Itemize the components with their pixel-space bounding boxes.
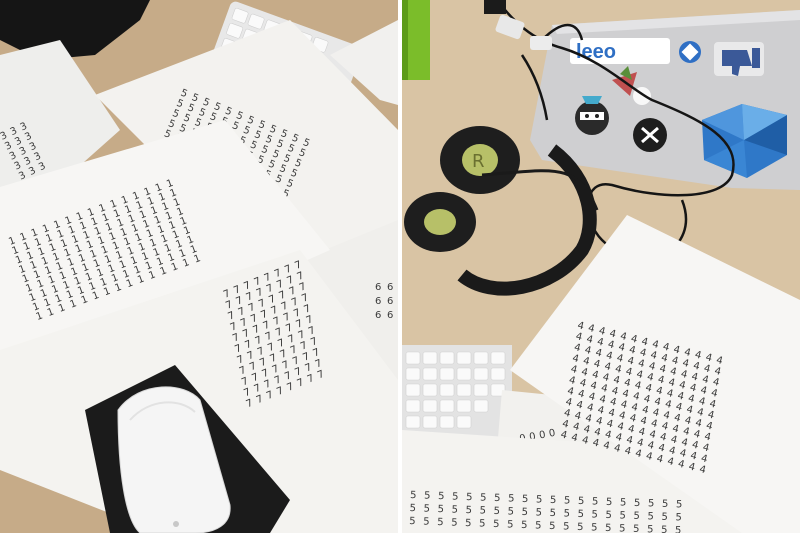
right-photo: leeo R 0 0 0 5 5 5 5 5 5 5 5 5 5 5 5 5 5…: [402, 0, 800, 533]
handwritten-digit: 5: [578, 496, 585, 507]
photo-collage: 333333333333333 555555555555555555555555…: [0, 0, 800, 533]
handwritten-digit: 5: [634, 498, 641, 509]
handwritten-digit: 5: [437, 517, 444, 528]
handwritten-digit: 5: [410, 490, 417, 501]
handwritten-digit: 5: [451, 517, 458, 528]
svg-text:R: R: [472, 151, 485, 172]
handwritten-digit: 5: [563, 521, 570, 532]
handwritten-digit: 5: [493, 506, 500, 517]
handwritten-digit: 5: [647, 511, 654, 522]
handwritten-digit: 5: [606, 497, 613, 508]
handwritten-digit: 5: [479, 505, 486, 516]
handwritten-digit: 5: [521, 507, 528, 518]
handwritten-digit: 5: [563, 508, 570, 519]
handwritten-digit: 5: [619, 510, 626, 521]
handwritten-digit: 5: [648, 498, 655, 509]
handwritten-digit: 5: [605, 510, 612, 521]
handwritten-digit: 6: [387, 310, 393, 321]
handwritten-digit: 5: [564, 495, 571, 506]
handwritten-digit: 5: [605, 523, 612, 533]
handwritten-digit: 5: [508, 493, 515, 504]
handwritten-digit: 5: [423, 516, 430, 527]
handwritten-digit: 6: [375, 296, 381, 307]
handwritten-digit: 5: [662, 499, 669, 510]
handwritten-digit: 5: [423, 503, 430, 514]
handwritten-digit: 5: [493, 519, 500, 530]
handwritten-digit: 5: [633, 511, 640, 522]
handwritten-digit: 5: [535, 507, 542, 518]
handwritten-digit: 5: [479, 518, 486, 529]
handwritten-digit: 5: [536, 494, 543, 505]
x-logo-sticker-icon: [633, 118, 667, 152]
usb-plug: [484, 0, 506, 14]
handwritten-digit: 5: [522, 494, 529, 505]
handwritten-digit: 5: [647, 524, 654, 533]
sticker-brand-text: leeo: [576, 41, 616, 63]
handwritten-digit: 5: [675, 525, 682, 533]
handwritten-digit: 5: [507, 506, 514, 517]
handwritten-digit: 5: [661, 512, 668, 523]
handwritten-digit: 5: [452, 491, 459, 502]
handwritten-digit: 5: [620, 497, 627, 508]
handwritten-digit: 5: [550, 495, 557, 506]
handwritten-digit: 5: [591, 522, 598, 533]
right-photo-scene: leeo R 0 0 0 5 5 5 5 5 5 5 5 5 5 5 5 5 5…: [402, 0, 800, 533]
handwritten-digit: 5: [619, 523, 626, 533]
handwritten-digit: 5: [549, 521, 556, 532]
handwritten-digit: 5: [451, 504, 458, 515]
handwritten-digit: 6: [387, 296, 393, 307]
handwritten-digit: 5: [466, 492, 473, 503]
handwritten-digit: 5: [577, 522, 584, 533]
handwritten-digit: 5: [549, 508, 556, 519]
handwritten-digit: 5: [521, 520, 528, 531]
left-photo: 333333333333333 555555555555555555555555…: [0, 0, 398, 533]
handwritten-digit: 5: [465, 505, 472, 516]
handwritten-digit: 6: [375, 282, 381, 293]
usb-adapter-2: [530, 36, 552, 50]
handwritten-digit: 6: [387, 282, 393, 293]
handwritten-digit: 5: [409, 516, 416, 527]
handwritten-digit: 5: [591, 509, 598, 520]
handwritten-digit: 5: [676, 499, 683, 510]
thumbs-down-icon: [714, 42, 764, 76]
handwritten-digit: 5: [465, 518, 472, 529]
handwritten-digit: 5: [480, 492, 487, 503]
handwritten-digit: 5: [437, 504, 444, 515]
handwritten-digit: 5: [633, 524, 640, 533]
handwritten-digit: 5: [675, 512, 682, 523]
keyboard-bottom: [402, 345, 512, 445]
handwritten-digit: 5: [507, 519, 514, 530]
left-photo-scene: 3 3 33 3 33 3 33 3 33 3 3 5 5 5 5 5 5 5 5 5 5 5 55 5 5 55 5 5 5 5 5 55…: [0, 0, 398, 533]
apple-logo-icon: [173, 521, 179, 527]
handwritten-digit: 5: [438, 491, 445, 502]
handwritten-digit: 5: [494, 493, 501, 504]
handwritten-digit: 5: [535, 520, 542, 531]
handwritten-digit: 5: [424, 490, 431, 501]
handwritten-digit: 5: [577, 509, 584, 520]
handwritten-digit: 5: [409, 503, 416, 514]
handwritten-digit: 6: [375, 310, 381, 321]
handwritten-digit: 5: [592, 496, 599, 507]
handwritten-digit: 5: [661, 525, 668, 533]
